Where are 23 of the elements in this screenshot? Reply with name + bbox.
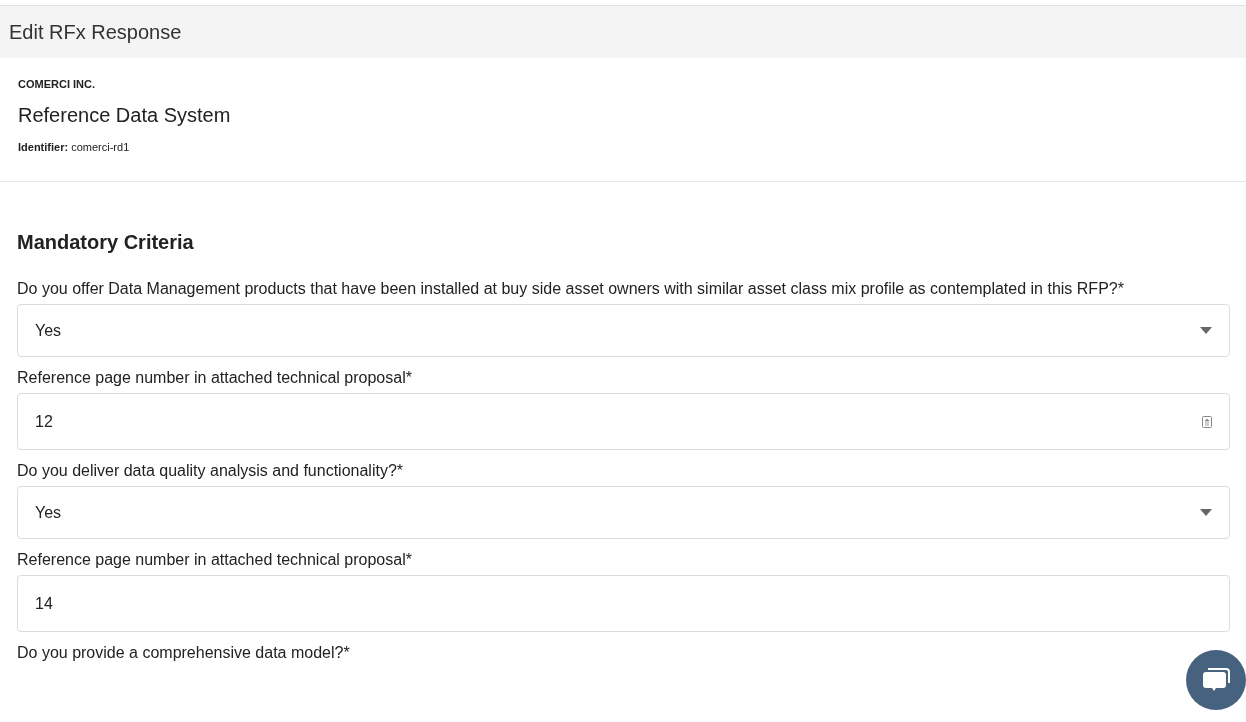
input-field[interactable]: 12 [17, 393, 1230, 450]
spinner-icon [1202, 415, 1212, 428]
question-label: Do you offer Data Management products that have been installed at buy side asset owners with similar asset class mix profile as contemplated in this RFP?* [17, 279, 1125, 299]
select-value: Yes [35, 320, 62, 341]
section-title: Mandatory Criteria [17, 230, 195, 255]
select-value: Yes [35, 502, 62, 523]
question-label: Reference page number in attached technical proposal* [17, 368, 413, 388]
select-field[interactable]: Yes [17, 486, 1230, 539]
page-title: Edit RFx Response [9, 20, 182, 45]
chat-button[interactable] [1186, 650, 1246, 710]
input-value: 14 [35, 593, 53, 614]
input-value: 12 [35, 411, 53, 432]
question-label: Reference page number in attached technical proposal* [17, 550, 413, 570]
chat-icon [1202, 667, 1230, 693]
input-field[interactable]: 14 [17, 575, 1230, 632]
select-field[interactable]: Yes [17, 304, 1230, 357]
product-name: Reference Data System [18, 102, 232, 128]
company-name: COMERCI INC. [18, 77, 96, 92]
caret-icon [1200, 327, 1212, 334]
identifier-text: Identifier: comerci-rd1 [18, 139, 131, 155]
question-label: Do you provide a comprehensive data model?* [17, 643, 351, 663]
question-label: Do you deliver data quality analysis and functionality?* [17, 461, 404, 481]
caret-icon [1200, 509, 1212, 516]
